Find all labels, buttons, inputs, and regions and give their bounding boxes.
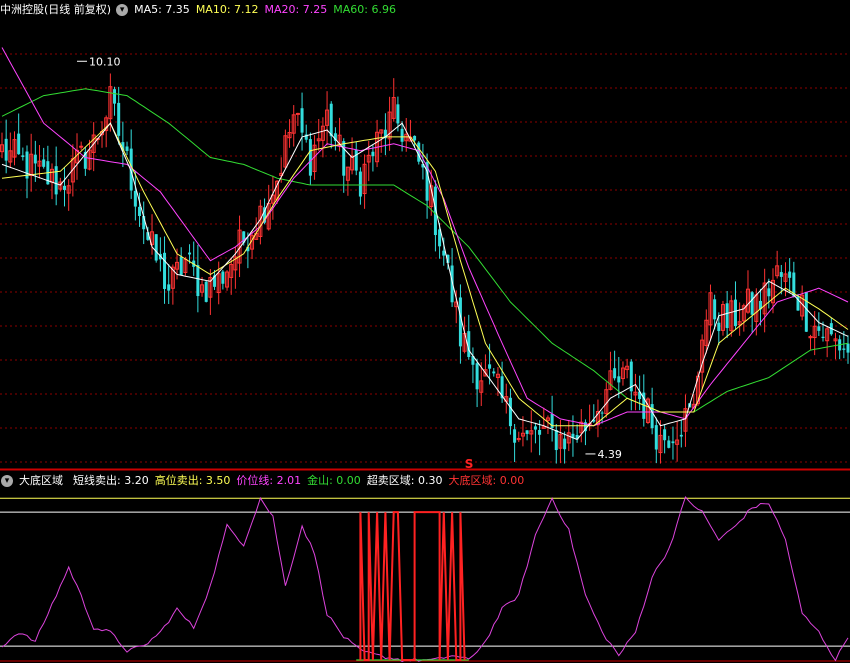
candle-body xyxy=(600,412,604,414)
candle-body xyxy=(204,281,208,302)
candle-body xyxy=(54,166,58,195)
indicator-value: MA60: 6.96 xyxy=(333,3,396,16)
price-line xyxy=(1,496,849,663)
candle-body xyxy=(717,322,721,332)
candle-body xyxy=(125,146,129,151)
indicator-value: 价位线: 2.01 xyxy=(236,474,302,487)
candle-body xyxy=(508,397,512,427)
candle-body xyxy=(842,348,846,350)
candle-body xyxy=(817,326,821,331)
price-annotations: 10.10 4.39 S xyxy=(77,55,622,471)
candle-body xyxy=(154,234,158,261)
candle-body xyxy=(354,149,358,171)
candle-body xyxy=(525,430,529,434)
candle-body xyxy=(538,430,542,435)
candle-body xyxy=(163,252,167,289)
candle-body xyxy=(554,430,558,451)
candle-body xyxy=(613,368,617,379)
candle-body xyxy=(400,128,404,142)
candle-body xyxy=(117,102,121,136)
candle-body xyxy=(329,103,333,137)
moving-average-lines xyxy=(1,47,849,441)
candle-body xyxy=(846,343,850,353)
candle-body xyxy=(804,292,808,332)
indicator-value: 短线卖出: 3.20 xyxy=(73,474,149,487)
ma20-line xyxy=(1,47,849,427)
candle-body xyxy=(767,288,771,297)
candle-body xyxy=(167,284,171,291)
candle-body xyxy=(42,159,46,167)
sub-chart-header: ▾ 大底区域 短线卖出: 3.20 高位卖出: 3.50 价位线: 2.01 金山: 0.… xyxy=(0,471,536,491)
candle-body xyxy=(488,364,492,369)
candle-body xyxy=(358,171,362,197)
chart-canvas: 10.10 4.39 S xyxy=(0,47,850,663)
ma10-line xyxy=(1,122,849,427)
candle-body xyxy=(179,256,183,275)
candle-body xyxy=(342,141,346,176)
sub-indicator-values: 短线卖出: 3.20 高位卖出: 3.50 价位线: 2.01 金山: 0.00 超卖区… xyxy=(73,474,530,487)
candle-body xyxy=(300,108,304,133)
indicator-value: MA20: 7.25 xyxy=(264,3,328,16)
main-title: 中洲控股(日线 前复权) xyxy=(0,3,112,16)
candle-body xyxy=(667,440,671,448)
candle-body xyxy=(750,292,754,315)
candle-body xyxy=(779,272,783,277)
ma5-line xyxy=(1,122,849,441)
main-settings-icon[interactable]: ▾ xyxy=(116,4,129,16)
candle-body xyxy=(396,104,400,124)
indicator-series xyxy=(0,496,850,663)
indicator-value: 高位卖出: 3.50 xyxy=(154,474,231,487)
candle-body xyxy=(788,271,792,278)
bottom-zone-signal xyxy=(359,511,466,661)
candle-body xyxy=(25,151,29,179)
candle-body xyxy=(733,299,737,327)
candle-body xyxy=(33,154,37,164)
candle-body xyxy=(617,376,621,383)
price-grid xyxy=(0,53,850,463)
candle-body xyxy=(133,190,137,207)
candle-body xyxy=(221,271,225,284)
indicator-value: 超卖区域: 0.30 xyxy=(366,474,443,487)
candle-body xyxy=(413,135,417,141)
sub-title: 大底区域 xyxy=(19,474,63,487)
candle-body xyxy=(308,139,312,176)
candle-body xyxy=(513,429,517,443)
indicator-value: MA5: 7.35 xyxy=(134,3,190,16)
candle-body xyxy=(679,434,683,437)
candle-body xyxy=(79,145,84,148)
candle-body xyxy=(138,206,142,217)
candle-body xyxy=(654,425,658,450)
candle-body xyxy=(821,336,825,338)
candle-body xyxy=(725,303,729,329)
candle-body xyxy=(188,252,192,255)
candle-body xyxy=(671,441,675,444)
candle-body xyxy=(113,89,117,104)
indicator-value: 金山: 0.00 xyxy=(307,474,361,487)
high-price-label: 10.10 xyxy=(89,55,121,68)
candle-body xyxy=(21,155,25,158)
candle-body xyxy=(492,371,496,374)
indicator-value: 大底区域: 0.00 xyxy=(448,474,525,487)
candle-body xyxy=(533,426,537,430)
candle-body xyxy=(371,151,375,157)
main-chart-header: 中洲控股(日线 前复权) ▾ MA5: 7.35 MA10: 7.12 MA20: 7.… xyxy=(0,0,408,20)
low-price-label: 4.39 xyxy=(597,448,622,461)
main-indicator-values: MA5: 7.35 MA10: 7.12 MA20: 7.25 MA60: 6.96 xyxy=(134,3,402,16)
candle-body xyxy=(17,133,21,155)
candle-body xyxy=(295,112,300,115)
candle-body xyxy=(63,185,67,190)
candle-body xyxy=(475,363,479,390)
sell-signal-mark: S xyxy=(465,457,474,471)
candle-body xyxy=(563,438,567,450)
ma60-line xyxy=(1,88,849,413)
candle-body xyxy=(663,429,667,441)
indicator-value: MA10: 7.12 xyxy=(195,3,259,16)
candle-body xyxy=(713,299,717,320)
candlestick-series xyxy=(0,73,850,464)
candle-body xyxy=(196,265,200,297)
sub-settings-icon[interactable]: ▾ xyxy=(1,475,13,487)
candle-body xyxy=(4,138,8,161)
